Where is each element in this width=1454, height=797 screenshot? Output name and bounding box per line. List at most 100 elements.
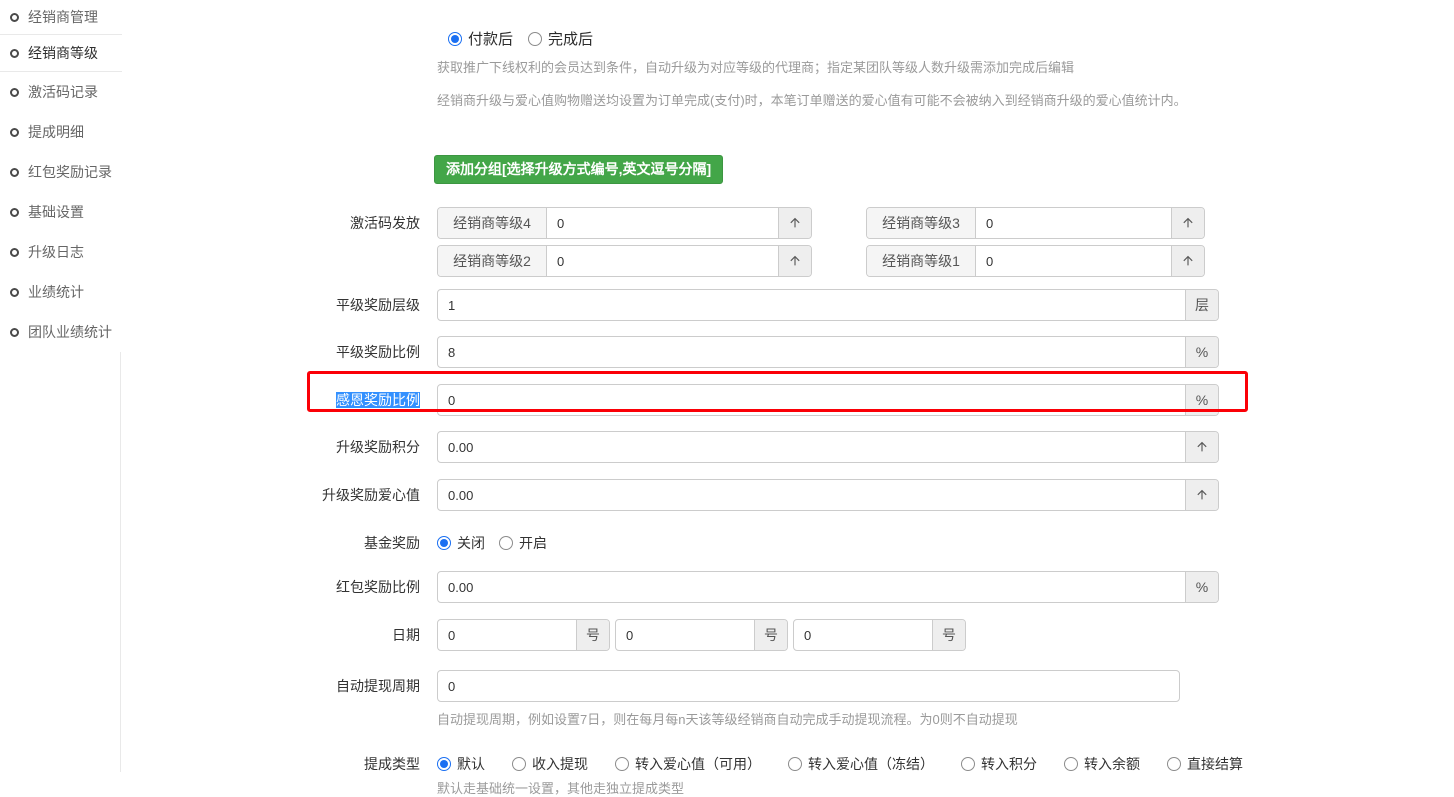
commission-type-hint: 默认走基础统一设置，其他走独立提成类型 xyxy=(437,778,1454,797)
radio-icon xyxy=(1167,757,1181,771)
sidebar-item-redpacket-reward-records[interactable]: 红包奖励记录 xyxy=(0,152,121,192)
peer-reward-ratio-row: 平级奖励比例 % xyxy=(122,336,1454,368)
activation-code-grid: 经销商等级4 经销商等级3 经销商等级2 xyxy=(437,207,1205,277)
activation-code-input-level3[interactable] xyxy=(976,208,1171,238)
radio-label: 付款后 xyxy=(468,28,513,49)
upgrade-reward-love-input[interactable] xyxy=(438,480,1185,510)
field-label: 基金奖励 xyxy=(122,533,437,553)
prepend-label: 经销商等级1 xyxy=(867,246,976,276)
date-group-1: 号 xyxy=(437,619,610,651)
radio-icon xyxy=(528,32,542,46)
date-group-2: 号 xyxy=(615,619,788,651)
sidebar-item-commission-details[interactable]: 提成明细 xyxy=(0,112,121,152)
radio-label: 完成后 xyxy=(548,28,593,49)
radio-commission-balance[interactable]: 转入余额 xyxy=(1064,754,1140,774)
sidebar-item-label: 业绩统计 xyxy=(28,282,84,302)
sidebar-item-label: 激活码记录 xyxy=(28,82,98,102)
sidebar-item-upgrade-log[interactable]: 升级日志 xyxy=(0,232,121,272)
activation-code-input-level1[interactable] xyxy=(976,246,1171,276)
sidebar-item-label: 团队业绩统计 xyxy=(28,322,112,342)
radio-icon xyxy=(1064,757,1078,771)
radio-label: 转入余额 xyxy=(1084,754,1140,774)
date-input-2[interactable] xyxy=(616,620,754,650)
arrow-up-icon[interactable] xyxy=(778,246,811,276)
radio-icon xyxy=(437,536,451,550)
activation-code-group-1: 经销商等级1 xyxy=(866,245,1205,277)
arrow-up-icon[interactable] xyxy=(1171,246,1204,276)
sidebar-item-label: 经销商管理 xyxy=(28,7,98,27)
peer-reward-level-row: 平级奖励层级 层 xyxy=(122,289,1454,321)
upgrade-timing-radio-group: 付款后 完成后 xyxy=(448,28,1454,49)
sidebar-item-activation-code-records[interactable]: 激活码记录 xyxy=(0,72,121,112)
field-label: 日期 xyxy=(122,619,437,651)
redpacket-reward-ratio-row: 红包奖励比例 % xyxy=(122,571,1454,603)
add-group-button[interactable]: 添加分组[选择升级方式编号,英文逗号分隔] xyxy=(434,155,723,184)
commission-type-radio-group: 默认 收入提现 转入爱心值（可用） 转入爱心值（冻结） 转入积分 转入余额 xyxy=(437,754,1243,774)
sidebar: 经销商管理 经销商等级 激活码记录 提成明细 红包奖励记录 基础设置 升级日志 … xyxy=(0,0,121,772)
redpacket-reward-ratio-group: % xyxy=(437,571,1219,603)
activation-code-input-level4[interactable] xyxy=(547,208,778,238)
radio-label: 收入提现 xyxy=(532,754,588,774)
radio-commission-love-frozen[interactable]: 转入爱心值（冻结） xyxy=(788,754,934,774)
circle-icon xyxy=(10,128,19,137)
upgrade-reward-points-row: 升级奖励积分 xyxy=(122,431,1454,463)
radio-label: 转入爱心值（可用） xyxy=(635,754,761,774)
radio-commission-direct-settle[interactable]: 直接结算 xyxy=(1167,754,1243,774)
radio-fund-off[interactable]: 关闭 xyxy=(437,533,485,553)
suffix-label: 层 xyxy=(1185,290,1218,320)
arrow-up-icon[interactable] xyxy=(1171,208,1204,238)
peer-reward-level-input[interactable] xyxy=(438,290,1185,320)
prepend-label: 经销商等级4 xyxy=(438,208,547,238)
radio-after-payment[interactable]: 付款后 xyxy=(448,28,513,49)
auto-withdraw-cycle-hint: 自动提现周期，例如设置7日，则在每月每n天该等级经销商自动完成手动提现流程。为0… xyxy=(437,709,1454,728)
suffix-label: 号 xyxy=(754,620,787,650)
selected-field-label: 感恩奖励比例 xyxy=(336,392,420,408)
circle-icon xyxy=(10,248,19,257)
radio-icon xyxy=(961,757,975,771)
sidebar-item-basic-settings[interactable]: 基础设置 xyxy=(0,192,121,232)
field-label: 自动提现周期 xyxy=(122,670,437,702)
field-label: 提成类型 xyxy=(122,754,437,774)
date-input-1[interactable] xyxy=(438,620,576,650)
radio-icon xyxy=(615,757,629,771)
radio-fund-on[interactable]: 开启 xyxy=(499,533,547,553)
radio-commission-points[interactable]: 转入积分 xyxy=(961,754,1037,774)
field-label: 激活码发放 xyxy=(122,207,437,277)
arrow-up-icon[interactable] xyxy=(1185,480,1218,510)
date-groups: 号 号 号 xyxy=(437,619,966,651)
upgrade-reward-points-group xyxy=(437,431,1219,463)
sidebar-item-team-performance-stats[interactable]: 团队业绩统计 xyxy=(0,312,121,352)
suffix-label: 号 xyxy=(576,620,609,650)
radio-commission-default[interactable]: 默认 xyxy=(437,754,485,774)
sidebar-item-dealer-level[interactable]: 经销商等级 xyxy=(0,34,122,72)
radio-label: 转入积分 xyxy=(981,754,1037,774)
sidebar-item-performance-stats[interactable]: 业绩统计 xyxy=(0,272,121,312)
radio-commission-love-available[interactable]: 转入爱心值（可用） xyxy=(615,754,761,774)
prepend-label: 经销商等级2 xyxy=(438,246,547,276)
upgrade-hint-1: 获取推广下线权利的会员达到条件，自动升级为对应等级的代理商；指定某团队等级人数升… xyxy=(437,57,1454,76)
gratitude-reward-ratio-row: 感恩奖励比例 % xyxy=(122,384,1454,416)
activation-code-group-2: 经销商等级2 xyxy=(437,245,812,277)
suffix-label: % xyxy=(1185,337,1218,367)
radio-after-complete[interactable]: 完成后 xyxy=(528,28,593,49)
radio-commission-income-withdraw[interactable]: 收入提现 xyxy=(512,754,588,774)
upgrade-reward-points-input[interactable] xyxy=(438,432,1185,462)
circle-icon xyxy=(10,328,19,337)
circle-icon xyxy=(10,13,19,22)
gratitude-reward-ratio-input[interactable] xyxy=(438,385,1185,415)
auto-withdraw-cycle-input[interactable] xyxy=(438,671,1179,701)
arrow-up-icon[interactable] xyxy=(1185,432,1218,462)
arrow-up-icon[interactable] xyxy=(778,208,811,238)
radio-label: 关闭 xyxy=(457,533,485,553)
radio-label: 默认 xyxy=(457,754,485,774)
gratitude-reward-ratio-group: % xyxy=(437,384,1219,416)
sidebar-item-dealer-management[interactable]: 经销商管理 xyxy=(0,0,121,34)
circle-icon xyxy=(10,49,19,58)
radio-icon xyxy=(437,757,451,771)
redpacket-reward-ratio-input[interactable] xyxy=(438,572,1185,602)
activation-code-input-level2[interactable] xyxy=(547,246,778,276)
peer-reward-ratio-input[interactable] xyxy=(438,337,1185,367)
sidebar-item-label: 基础设置 xyxy=(28,202,84,222)
date-input-3[interactable] xyxy=(794,620,932,650)
field-label: 平级奖励层级 xyxy=(122,289,437,321)
